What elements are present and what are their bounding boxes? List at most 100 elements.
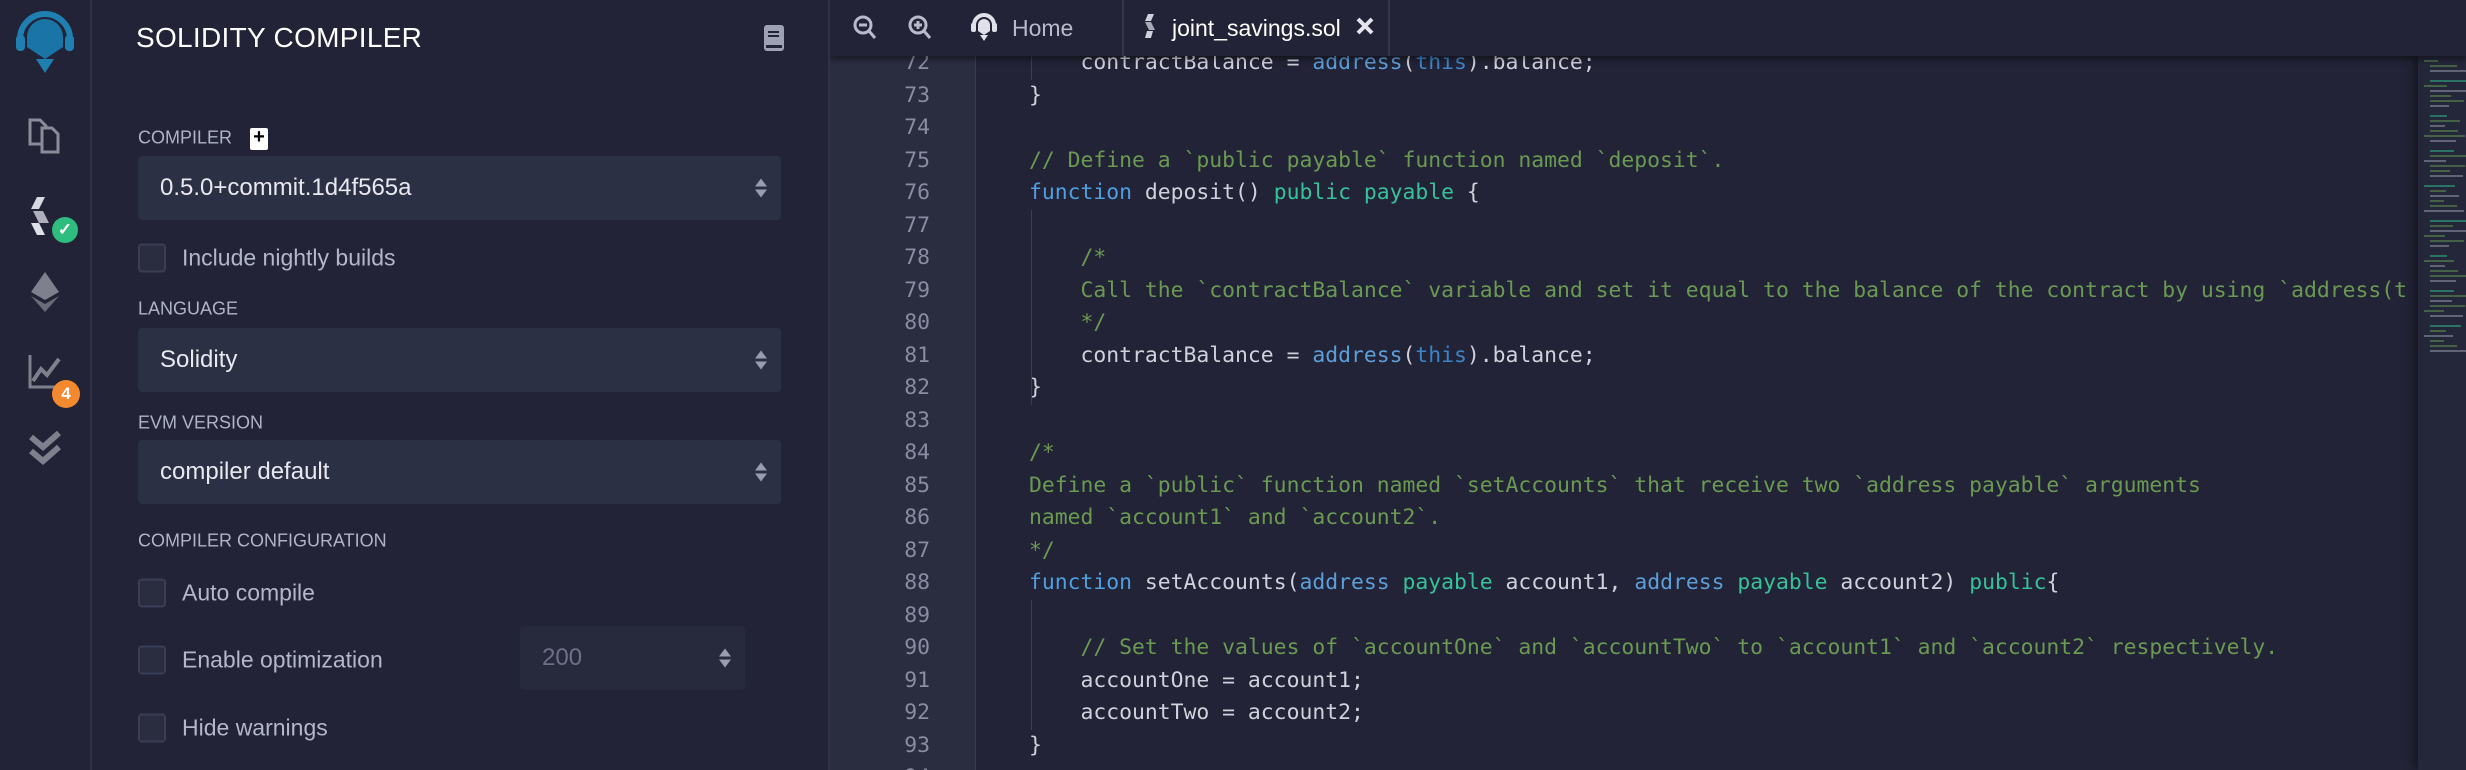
indent-guide — [1031, 599, 1032, 730]
minimap-line — [2430, 255, 2447, 257]
code-line[interactable]: } — [1029, 80, 1042, 113]
code-token-comment: /* — [1029, 440, 1055, 465]
solidity-compiler-panel: SOLIDITY COMPILER COMPILER + 0.5.0+commi… — [92, 0, 828, 770]
auto-compile-row[interactable]: Auto compile — [138, 578, 315, 608]
editor-tab-bar: Home joint_savings.sol — [830, 0, 2466, 56]
code-token-plain: ).balance; — [1466, 342, 1596, 368]
solidity-file-icon — [1144, 13, 1158, 43]
compiler-version-value: 0.5.0+commit.1d4f565a — [160, 174, 412, 201]
code-token-addr: address — [1299, 570, 1390, 595]
include-nightly-builds-label: Include nightly builds — [182, 244, 396, 271]
minimap-line — [2430, 295, 2466, 297]
minimap-line — [2430, 175, 2463, 177]
minimap-line — [2430, 280, 2456, 282]
hide-warnings-row[interactable]: Hide warnings — [138, 713, 328, 743]
enable-optimization-checkbox[interactable] — [138, 645, 166, 675]
include-nightly-builds-row[interactable]: Include nightly builds — [138, 243, 396, 273]
panel-title: SOLIDITY COMPILER — [136, 22, 423, 53]
code-line[interactable]: Define a `public` function named `setAcc… — [1029, 470, 2201, 503]
tab-home-label: Home — [1012, 14, 1074, 41]
icon-sidebar: ✓ 4 — [0, 0, 92, 770]
minimap-line — [2430, 120, 2460, 122]
code-line[interactable]: */ — [1029, 307, 1107, 340]
close-tab-icon[interactable] — [1355, 16, 1375, 41]
code-token-comment: Define a `public` function named `setAcc… — [1029, 472, 2201, 498]
tab-file-label: joint_savings.sol — [1172, 14, 1341, 41]
file-explorer-icon[interactable] — [0, 114, 90, 154]
analysis-icon[interactable]: 4 — [0, 352, 90, 408]
code-line[interactable]: } — [1029, 730, 1042, 763]
add-custom-compiler-icon[interactable]: + — [250, 127, 268, 150]
tab-joint-savings-sol[interactable]: joint_savings.sol — [1144, 0, 1375, 56]
code-line[interactable]: named `account1` and `account2`. — [1029, 502, 1441, 535]
code-token-plain: accountTwo = account2; — [1029, 700, 1364, 725]
code-line[interactable]: function deposit() public payable { — [1029, 177, 1480, 210]
minimap-line — [2430, 275, 2466, 277]
code-line[interactable]: /* — [1029, 437, 1055, 470]
minimap-line — [2430, 230, 2466, 232]
minimap-line — [2430, 140, 2456, 142]
code-editor[interactable]: 72 73 74 75 76 77 78 79 80 81 82 83 84 85 86 87 88 89 90 91… — [828, 0, 2466, 770]
deploy-run-icon[interactable] — [0, 270, 90, 314]
minimap[interactable] — [2418, 56, 2466, 770]
code-token-mod: public payable — [1273, 180, 1454, 205]
compiler-version-select[interactable]: 0.5.0+commit.1d4f565a — [138, 156, 781, 220]
documentation-book-icon[interactable] — [764, 25, 784, 56]
minimap-line — [2430, 325, 2461, 327]
minimap-line — [2430, 265, 2445, 267]
language-label: LANGUAGE — [138, 298, 239, 319]
compiler-label: COMPILER — [138, 127, 233, 148]
minimap-line — [2430, 290, 2454, 292]
minimap-line — [2430, 200, 2444, 202]
code-line[interactable]: accountOne = account1; — [1029, 665, 1364, 698]
remix-logo-icon[interactable] — [0, 8, 90, 76]
enable-optimization-label: Enable optimization — [182, 646, 383, 673]
compiled-check-badge-icon: ✓ — [52, 217, 78, 243]
code-token-mod: public — [1969, 570, 2047, 595]
minimap-line — [2430, 70, 2466, 72]
code-line[interactable]: // Set the values of `accountOne` and `a… — [1029, 632, 2279, 665]
code-line[interactable]: /* — [1029, 242, 1107, 275]
tab-home[interactable]: Home — [970, 0, 1073, 56]
code-line[interactable]: Call the `contractBalance` variable and … — [1029, 275, 2407, 308]
minimap-line — [2430, 190, 2446, 192]
zoom-out-icon[interactable] — [852, 0, 878, 56]
code-line[interactable]: // Define a `public payable` function na… — [1029, 145, 1724, 178]
evm-version-select[interactable]: compiler default — [138, 440, 781, 504]
unit-testing-icon[interactable] — [0, 430, 90, 470]
minimap-line — [2430, 170, 2450, 172]
enable-optimization-row[interactable]: Enable optimization — [138, 645, 383, 675]
code-line[interactable]: */ — [1029, 535, 1055, 568]
minimap-line — [2430, 220, 2466, 222]
minimap-line — [2430, 90, 2466, 92]
auto-compile-checkbox[interactable] — [138, 578, 166, 608]
code-line[interactable]: accountTwo = account2; — [1029, 697, 1364, 730]
include-nightly-builds-checkbox[interactable] — [138, 243, 166, 273]
minimap-line — [2424, 210, 2464, 212]
minimap-line — [2430, 205, 2457, 207]
minimap-line — [2424, 310, 2444, 312]
zoom-in-icon[interactable] — [907, 0, 933, 56]
indent-guide — [1031, 209, 1032, 405]
optimization-runs-input[interactable]: 200 — [520, 626, 745, 690]
optimization-runs-value: 200 — [542, 644, 583, 671]
stepper-arrows-icon[interactable] — [719, 648, 731, 668]
code-token-plain: account1, — [1492, 570, 1635, 595]
minimap-line — [2430, 150, 2454, 152]
code-area[interactable]: contractBalance = address(this).balance;… — [830, 0, 2418, 770]
code-token-plain: { — [2046, 570, 2060, 595]
minimap-line — [2430, 315, 2463, 317]
minimap-line — [2430, 245, 2449, 247]
language-select[interactable]: Solidity — [138, 328, 781, 392]
code-token-comment: // Define a `public payable` function na… — [1029, 147, 1725, 173]
code-token-plain: account2) — [1827, 570, 1970, 595]
minimap-line — [2424, 135, 2465, 137]
minimap-line — [2430, 340, 2444, 342]
solidity-compiler-icon[interactable]: ✓ — [0, 195, 90, 243]
code-line[interactable]: contractBalance = address(this).balance; — [1029, 340, 1596, 373]
minimap-line — [2424, 335, 2453, 337]
code-line[interactable]: function setAccounts(address payable acc… — [1029, 567, 2059, 600]
hide-warnings-checkbox[interactable] — [138, 713, 166, 743]
minimap-line — [2424, 85, 2447, 87]
minimap-line — [2430, 330, 2446, 332]
